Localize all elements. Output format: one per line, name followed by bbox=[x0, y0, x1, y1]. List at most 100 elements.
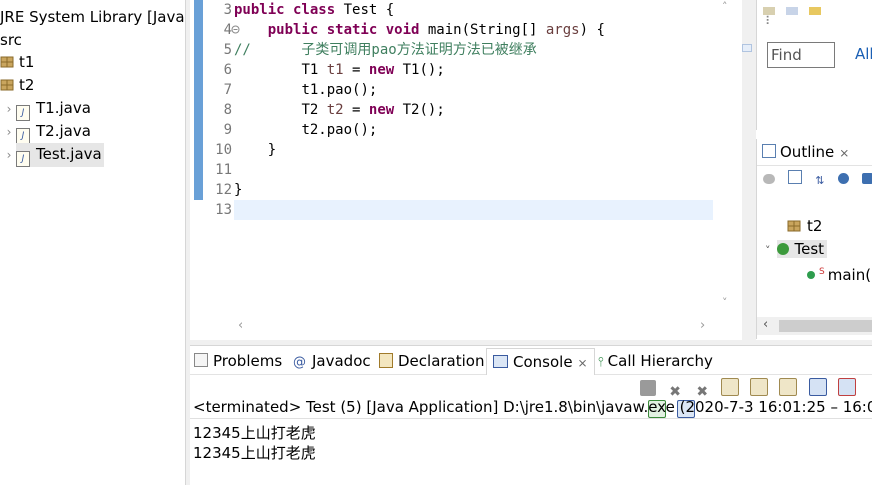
link-icon[interactable] bbox=[788, 170, 803, 184]
t2-java-label: T2.java bbox=[36, 122, 91, 140]
tab-problems[interactable]: Problems bbox=[194, 348, 282, 374]
problems-icon bbox=[194, 353, 208, 367]
filter-icon[interactable] bbox=[809, 7, 822, 15]
outline-view: Outline ⨯ ⇅ t2 ˅ Test Smain(S ‹ bbox=[756, 139, 872, 339]
src-label: src bbox=[0, 31, 22, 49]
scroll-up-icon[interactable]: ˄ bbox=[722, 0, 728, 13]
call-hierarchy-icon: ⫯ bbox=[598, 355, 604, 370]
tree-item-t1-java[interactable]: › J T1.java bbox=[2, 97, 91, 121]
code-line-7: t1.pao(); bbox=[301, 82, 378, 98]
outline-icon bbox=[762, 144, 776, 158]
editor-vertical-scrollbar[interactable]: ˄ ˅ bbox=[714, 0, 742, 318]
java-file-icon: J bbox=[16, 105, 30, 121]
class-icon bbox=[776, 243, 789, 255]
tab-console[interactable]: Console ⨯ bbox=[486, 348, 595, 375]
tab-declaration[interactable]: Declaration bbox=[379, 348, 484, 374]
console-output-line: 12345上山打老虎 bbox=[193, 444, 316, 462]
code-line-4: public static void main(String[] args) { bbox=[267, 22, 605, 38]
package-t1-label: t1 bbox=[19, 53, 35, 71]
console-view: Problems @ Javadoc Declaration Console ⨯ ⫯… bbox=[190, 345, 872, 486]
package-icon bbox=[0, 56, 14, 68]
hide-fields-icon[interactable] bbox=[837, 173, 849, 184]
console-output-line: 12345上山打老虎 bbox=[193, 424, 316, 442]
outline-toolbar: ⇅ bbox=[763, 169, 872, 187]
static-marker-icon: S bbox=[819, 267, 825, 277]
package-icon bbox=[0, 79, 14, 91]
tree-item-package-t1[interactable]: t1 bbox=[0, 51, 34, 73]
tree-item-src[interactable]: src bbox=[0, 29, 22, 51]
chevron-down-icon[interactable]: ˅ bbox=[765, 244, 771, 257]
editor-horizontal-scrollbar[interactable]: ‹ › bbox=[234, 318, 714, 336]
line-number: 13 bbox=[215, 202, 232, 218]
change-marker bbox=[194, 0, 203, 200]
sash-right[interactable] bbox=[742, 0, 756, 340]
code-line-10: } bbox=[267, 142, 277, 158]
console-toolbar: ✖ ✖ bbox=[640, 378, 872, 418]
scroll-thumb[interactable] bbox=[779, 320, 872, 332]
scroll-left-icon[interactable]: ‹ bbox=[763, 317, 768, 332]
scroll-left-icon[interactable]: ‹ bbox=[238, 318, 243, 333]
tree-item-t2-java[interactable]: › J T2.java bbox=[2, 120, 91, 144]
outline-item-method[interactable]: Smain(S bbox=[807, 261, 872, 284]
category-icon[interactable] bbox=[786, 7, 799, 15]
chevron-right-icon[interactable]: › bbox=[2, 98, 16, 120]
line-number: 10 bbox=[215, 142, 232, 158]
tab-problems-label: Problems bbox=[213, 352, 283, 370]
current-line-highlight bbox=[234, 200, 713, 220]
tab-console-label: Console bbox=[513, 353, 573, 371]
hide-static-icon[interactable] bbox=[861, 173, 872, 184]
javadoc-icon: @ bbox=[293, 355, 306, 370]
line-number: 9 bbox=[223, 122, 232, 138]
jre-library-label: JRE System Library [JavaS bbox=[0, 8, 185, 26]
outline-package-label: t2 bbox=[807, 217, 823, 235]
scroll-lock-icon[interactable] bbox=[750, 378, 769, 396]
tab-javadoc[interactable]: @ Javadoc bbox=[293, 348, 371, 374]
line-number: 11 bbox=[215, 162, 232, 178]
scroll-right-icon[interactable]: › bbox=[700, 318, 705, 333]
close-icon[interactable]: ⨯ bbox=[839, 146, 849, 160]
t1-java-label: T1.java bbox=[36, 99, 91, 117]
package-t2-label: t2 bbox=[19, 76, 35, 94]
terminate-icon[interactable] bbox=[640, 380, 656, 396]
tab-declaration-label: Declaration bbox=[398, 352, 485, 370]
more-options-icon[interactable]: ⠇ bbox=[765, 14, 774, 28]
public-method-icon bbox=[807, 271, 815, 279]
scroll-down-icon[interactable]: ˅ bbox=[722, 296, 728, 309]
code-editor[interactable]: 3 4 5 6 7 8 9 10 11 12 13 public class T… bbox=[190, 0, 742, 318]
close-icon[interactable]: ⨯ bbox=[578, 356, 588, 370]
collapse-all-icon[interactable] bbox=[763, 174, 775, 184]
line-number: 8 bbox=[223, 102, 232, 118]
tree-item-package-t2[interactable]: t2 bbox=[0, 74, 34, 96]
code-line-6: T1 t1 = new T1(); bbox=[301, 62, 445, 78]
outline-item-package[interactable]: t2 bbox=[787, 215, 822, 237]
java-file-icon: J bbox=[16, 151, 30, 167]
line-number-gutter: 3 4 5 6 7 8 9 10 11 12 13 bbox=[204, 0, 240, 318]
test-java-label: Test.java bbox=[36, 145, 102, 163]
code-line-12: } bbox=[234, 182, 243, 198]
tab-javadoc-label: Javadoc bbox=[312, 352, 371, 370]
tree-item-jre-library[interactable]: JRE System Library [JavaS bbox=[0, 6, 185, 28]
all-link[interactable]: All bbox=[855, 45, 872, 63]
declaration-icon bbox=[379, 353, 393, 368]
tab-call-hierarchy[interactable]: ⫯ Call Hierarchy bbox=[598, 348, 713, 374]
show-on-stdout-icon[interactable] bbox=[808, 378, 827, 396]
find-input[interactable]: Find bbox=[767, 42, 835, 68]
outline-horizontal-scrollbar[interactable]: ‹ bbox=[757, 317, 872, 335]
chevron-right-icon[interactable]: › bbox=[2, 144, 16, 166]
clear-console-icon[interactable] bbox=[721, 378, 740, 396]
line-number: 5 bbox=[223, 42, 232, 58]
line-number: 4 bbox=[223, 22, 232, 38]
show-on-stderr-icon[interactable] bbox=[837, 378, 856, 396]
chevron-right-icon[interactable]: › bbox=[2, 121, 16, 143]
task-list-pane: ⠇ Find All bbox=[756, 0, 872, 130]
line-number: 7 bbox=[223, 82, 232, 98]
outline-item-class[interactable]: ˅ Test bbox=[765, 238, 828, 260]
line-number: 3 bbox=[223, 2, 232, 18]
outline-method-label: main(S bbox=[827, 266, 872, 284]
sort-icon[interactable]: ⇅ bbox=[815, 174, 824, 187]
tab-outline[interactable]: Outline ⨯ bbox=[757, 139, 872, 166]
code-line-9: t2.pao(); bbox=[301, 122, 378, 138]
word-wrap-icon[interactable] bbox=[779, 378, 798, 396]
tab-call-hierarchy-label: Call Hierarchy bbox=[607, 352, 713, 370]
tree-item-test-java[interactable]: › J Test.java bbox=[2, 143, 104, 167]
